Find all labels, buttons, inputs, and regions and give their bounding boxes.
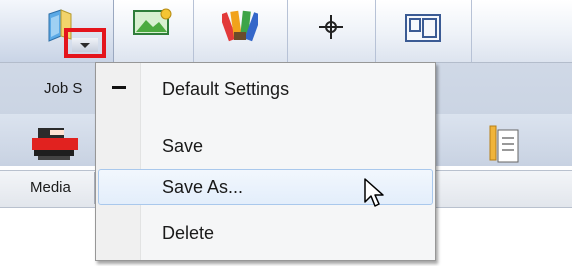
printer-icon[interactable]	[30, 126, 80, 167]
crosshair-button[interactable]	[287, 0, 376, 62]
menu-item-default-settings[interactable]: Default Settings	[98, 71, 433, 107]
layout-icon	[405, 14, 441, 47]
document-icon[interactable]	[486, 124, 520, 169]
menu-item-label: Save As...	[162, 177, 244, 197]
menu-item-delete[interactable]: Delete	[98, 215, 433, 251]
settings-context-menu: Default Settings Save Save As... Delete	[95, 62, 436, 261]
menu-item-save[interactable]: Save	[98, 128, 433, 164]
menu-item-label: Delete	[162, 223, 215, 243]
job-settings-group-label: Job S	[44, 80, 83, 97]
image-button[interactable]	[113, 0, 194, 62]
image-icon	[133, 8, 173, 41]
color-swatch-button[interactable]	[193, 0, 288, 62]
menu-item-label: Default Settings	[162, 79, 290, 99]
layout-button[interactable]	[375, 0, 472, 62]
checked-indicator-icon	[112, 86, 126, 89]
mouse-pointer-icon	[364, 178, 386, 215]
color-swatch-icon	[219, 8, 262, 49]
crosshair-icon	[318, 14, 344, 45]
menu-item-label: Save	[162, 136, 204, 156]
highlight-box	[64, 28, 106, 58]
media-label[interactable]: Media	[30, 179, 71, 196]
